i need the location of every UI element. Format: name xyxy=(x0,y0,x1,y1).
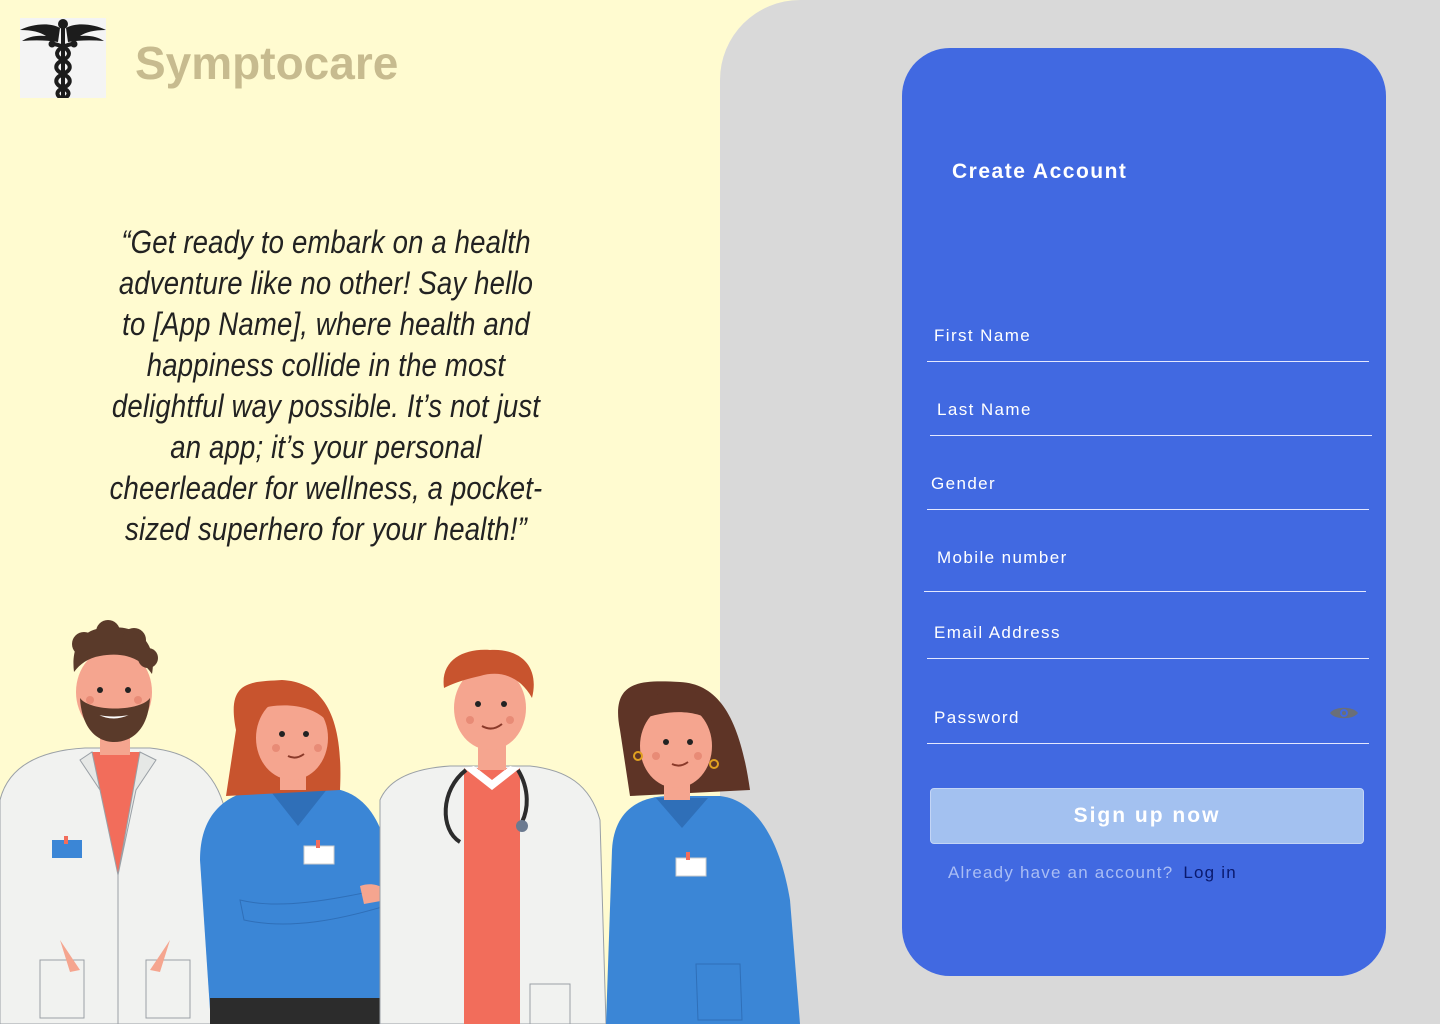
doctor-stethoscope-figure xyxy=(379,649,607,1024)
gender-field[interactable]: Gender xyxy=(927,474,1369,510)
form-title: Create Account xyxy=(952,160,1128,183)
medical-team-illustration xyxy=(0,620,800,1024)
password-underline xyxy=(927,742,1369,744)
doctor-bearded-figure xyxy=(0,620,231,1024)
signup-card: Create Account First Name Last Name Gend… xyxy=(902,48,1386,976)
nurse-brunette-figure xyxy=(606,681,800,1024)
tagline-quote: “Get ready to embark on a health adventu… xyxy=(109,224,543,547)
caduceus-icon xyxy=(20,18,106,100)
gender-label: Gender xyxy=(931,474,997,493)
login-link[interactable]: Log in xyxy=(1183,863,1237,882)
email-address-field[interactable]: Email Address xyxy=(927,623,1369,659)
first-name-label: First Name xyxy=(934,326,1032,345)
last-name-label: Last Name xyxy=(937,400,1032,419)
last-name-underline xyxy=(930,434,1372,436)
mobile-number-field[interactable]: Mobile number xyxy=(924,548,1366,592)
eye-icon[interactable] xyxy=(1329,704,1359,727)
password-field[interactable]: Password xyxy=(927,707,1369,744)
email-address-underline xyxy=(927,657,1369,659)
mobile-number-underline xyxy=(924,590,1366,592)
last-name-field[interactable]: Last Name xyxy=(930,400,1372,436)
brand-name: Symptocare xyxy=(135,37,399,89)
gender-underline xyxy=(927,508,1369,510)
password-label: Password xyxy=(934,708,1020,727)
nurse-redhead-figure xyxy=(200,680,393,1024)
email-address-label: Email Address xyxy=(934,623,1061,642)
sign-up-button[interactable]: Sign up now xyxy=(930,788,1364,844)
login-prompt-text: Already have an account? xyxy=(948,863,1174,882)
mobile-number-label: Mobile number xyxy=(937,548,1068,567)
first-name-field[interactable]: First Name xyxy=(927,326,1369,362)
login-prompt: Already have an account? Log in xyxy=(948,863,1237,883)
first-name-underline xyxy=(927,360,1369,362)
